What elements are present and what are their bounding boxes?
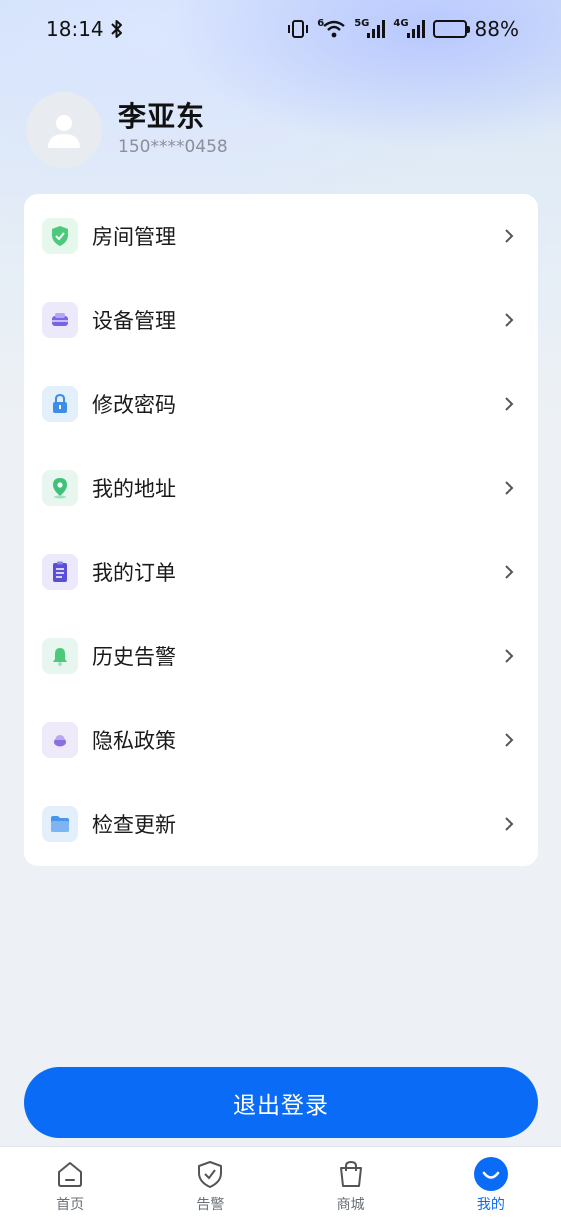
battery-percent: 88% <box>474 17 519 41</box>
bell-icon <box>42 638 78 674</box>
shield-check-icon <box>42 218 78 254</box>
wifi-icon: 6 <box>317 18 346 39</box>
home-icon <box>53 1157 87 1191</box>
menu-item-device-management[interactable]: 设备管理 <box>24 278 538 362</box>
menu-item-my-orders[interactable]: 我的订单 <box>24 530 538 614</box>
chevron-right-icon <box>505 565 514 579</box>
signal-4g-icon: 4G <box>393 18 425 38</box>
user-phone: 150****0458 <box>118 137 228 157</box>
avatar[interactable] <box>26 92 102 168</box>
tab-mall[interactable]: 商城 <box>281 1147 421 1214</box>
status-time: 18:14 <box>46 17 104 41</box>
chevron-right-icon <box>505 397 514 411</box>
chevron-right-icon <box>505 229 514 243</box>
vibrate-icon <box>287 19 309 39</box>
user-name: 李亚东 <box>118 100 206 133</box>
tab-mine[interactable]: 我的 <box>421 1147 561 1214</box>
signal-5g-icon: 5G <box>354 18 386 38</box>
folder-icon <box>42 806 78 842</box>
profile-header[interactable]: 李亚东 150****0458 <box>26 92 228 168</box>
chevron-right-icon <box>505 649 514 663</box>
location-pin-icon <box>42 470 78 506</box>
tab-alarm[interactable]: 告警 <box>140 1147 280 1214</box>
shopping-bag-icon <box>334 1157 368 1191</box>
chevron-right-icon <box>505 481 514 495</box>
profile-smile-icon <box>473 1157 508 1191</box>
privacy-icon <box>42 722 78 758</box>
lock-icon <box>42 386 78 422</box>
bottom-tab-bar: 首页 告警 商城 我的 <box>0 1146 561 1221</box>
menu-item-my-address[interactable]: 我的地址 <box>24 446 538 530</box>
menu-item-check-update[interactable]: 检查更新 <box>24 782 538 866</box>
logout-button[interactable]: 退出登录 <box>24 1067 538 1138</box>
menu-item-room-management[interactable]: 房间管理 <box>24 194 538 278</box>
menu-card: 房间管理 设备管理 修改密码 我的地址 我的订单 历史告警 隐私政策 检查更新 <box>24 194 538 866</box>
bluetooth-icon <box>110 19 124 39</box>
person-icon <box>48 115 80 148</box>
chevron-right-icon <box>505 733 514 747</box>
menu-item-alarm-history[interactable]: 历史告警 <box>24 614 538 698</box>
device-icon <box>42 302 78 338</box>
status-bar: 18:14 6 5G 4G 88% <box>0 0 561 58</box>
clipboard-icon <box>42 554 78 590</box>
shield-icon <box>193 1157 227 1191</box>
chevron-right-icon <box>505 817 514 831</box>
menu-item-privacy-policy[interactable]: 隐私政策 <box>24 698 538 782</box>
menu-item-change-password[interactable]: 修改密码 <box>24 362 538 446</box>
tab-home[interactable]: 首页 <box>0 1147 140 1214</box>
battery-icon <box>432 20 470 38</box>
chevron-right-icon <box>505 313 514 327</box>
